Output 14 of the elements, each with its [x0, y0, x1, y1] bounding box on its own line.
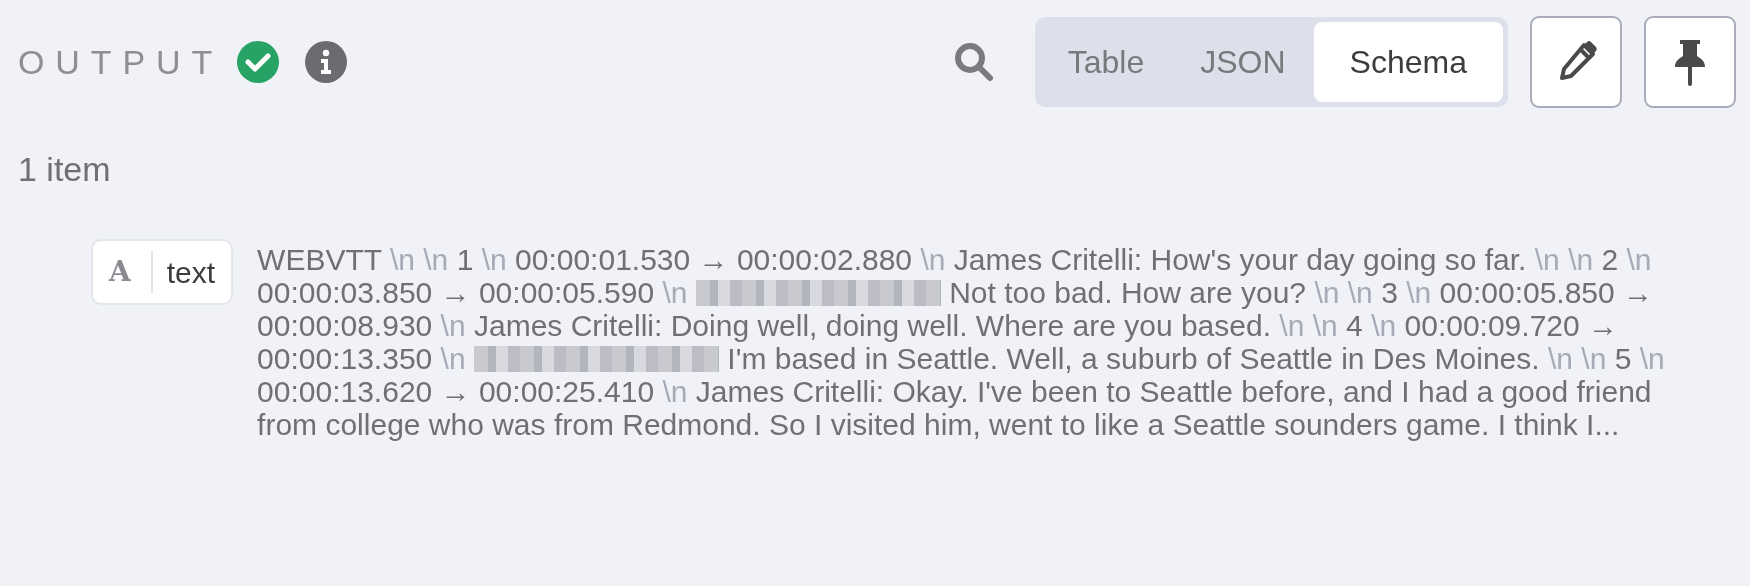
item-count: 1 item [18, 149, 112, 190]
pushpin-icon [1672, 38, 1708, 86]
success-icon [237, 41, 280, 83]
search-icon[interactable] [952, 41, 995, 83]
panel-title: OUTPUT [18, 41, 224, 83]
type-letter: A [109, 254, 131, 290]
edit-button[interactable] [1530, 16, 1622, 108]
view-tab[interactable]: Table [1039, 22, 1173, 102]
info-icon[interactable] [305, 41, 348, 83]
view-tab[interactable]: JSON [1172, 22, 1314, 102]
view-tab[interactable]: Schema [1313, 22, 1503, 102]
field-name: text [166, 254, 216, 291]
pin-button[interactable] [1644, 16, 1736, 108]
field-value: WEBVTT \n \n 1 \n 00:00:01.530 → 00:00:02.880 \n James Critelli: How's your day going so far. \n \n 2 \n 00:00:03.850 → 00:00:05.590 \n Not too bad. How are you? \n \n 3 \n 00:00:05.850 → 00:00:08.930 \n James Critelli: Doing well, doing well. Where are you based. \n \n 4 \n 00:00:09.720 → 00:00:13.350 \n I'm based in Seattle. Well, a suburb of Seattle in Des Moines. \n \n 5 \n 00:00:13.620 → 00:00:25.410 \n James Critelli: Okay. I've been to Seattle before, and I had a good friend from college who was from Redmond. So I visited him, went to like a Seattle sounders game. I think I... [257, 243, 1666, 441]
